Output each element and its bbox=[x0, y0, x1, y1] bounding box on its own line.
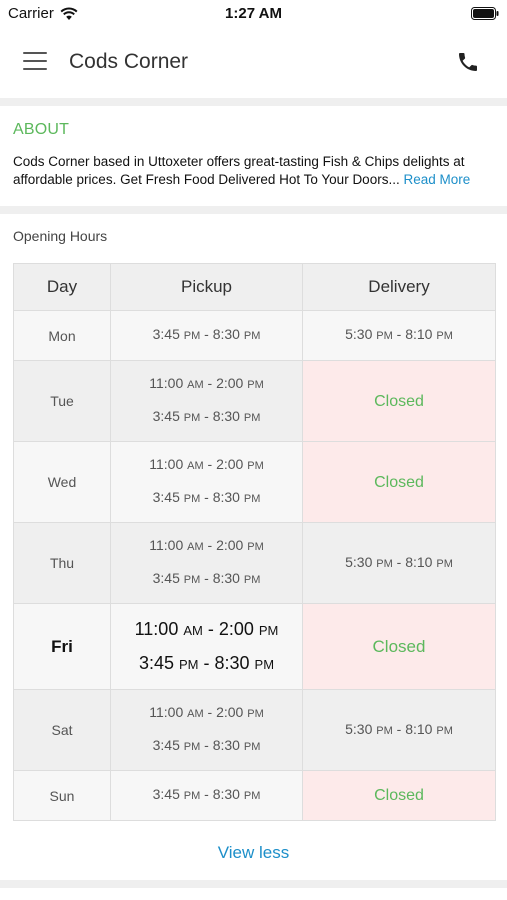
delivery-cell: Closed bbox=[302, 441, 496, 523]
pickup-cell: 3:45 PM - 8:30 PM bbox=[110, 770, 303, 821]
opening-hours-title: Opening Hours bbox=[13, 228, 108, 244]
pickup-time-slot: 3:45 PM - 8:30 PM bbox=[152, 786, 261, 802]
delivery-time-slot: 5:30 PM - 8:10 PM bbox=[345, 720, 453, 737]
table-row: Wed 11:00 AM - 2:00 PM 3:45 PM - 8:30 PM Cl… bbox=[13, 441, 496, 523]
pickup-time-slot: 11:00 AM - 2:00 PM bbox=[134, 618, 279, 639]
pickup-time-slot: 3:45 PM - 8:30 PM bbox=[152, 408, 261, 424]
read-more-link[interactable]: Read More bbox=[403, 172, 470, 187]
column-header-pickup: Pickup bbox=[110, 263, 303, 311]
delivery-time-slot: 5:30 PM - 8:10 PM bbox=[345, 553, 453, 570]
table-header-row: Day Pickup Delivery bbox=[13, 263, 496, 311]
delivery-time-slot: Closed bbox=[374, 787, 424, 804]
day-cell: Tue bbox=[13, 360, 111, 442]
pickup-time-slot: 3:45 PM - 8:30 PM bbox=[152, 737, 261, 753]
table-row: Thu 11:00 AM - 2:00 PM 3:45 PM - 8:30 PM 5:… bbox=[13, 522, 496, 604]
day-cell: Sun bbox=[13, 770, 111, 821]
delivery-cell: 5:30 PM - 8:10 PM bbox=[302, 310, 496, 361]
about-heading: ABOUT bbox=[13, 121, 70, 138]
column-header-day: Day bbox=[13, 263, 111, 311]
day-cell: Sat bbox=[13, 689, 111, 771]
pickup-time-slot: 11:00 AM - 2:00 PM bbox=[149, 375, 264, 391]
table-row: Fri 11:00 AM - 2:00 PM 3:45 PM - 8:30 PM Cl… bbox=[13, 603, 496, 690]
pickup-time-slot: 3:45 PM - 8:30 PM bbox=[152, 570, 261, 586]
table-row: Tue 11:00 AM - 2:00 PM 3:45 PM - 8:30 PM Cl… bbox=[13, 360, 496, 442]
section-divider bbox=[0, 880, 507, 888]
table-row: Mon 3:45 PM - 8:30 PM 5:30 PM - 8:10 PM bbox=[13, 310, 496, 361]
app-header: Cods Corner bbox=[0, 28, 507, 98]
delivery-time-slot: Closed bbox=[374, 473, 424, 491]
day-cell: Mon bbox=[13, 310, 111, 361]
delivery-cell: Closed bbox=[302, 770, 496, 821]
delivery-time-slot: Closed bbox=[374, 392, 424, 410]
delivery-cell: 5:30 PM - 8:10 PM bbox=[302, 689, 496, 771]
delivery-cell: Closed bbox=[302, 603, 496, 690]
column-header-delivery: Delivery bbox=[302, 263, 496, 311]
pickup-cell: 11:00 AM - 2:00 PM 3:45 PM - 8:30 PM bbox=[110, 522, 303, 604]
battery-icon bbox=[471, 7, 499, 20]
table-row: Sun 3:45 PM - 8:30 PM Closed bbox=[13, 770, 496, 821]
delivery-time-slot: 5:30 PM - 8:10 PM bbox=[345, 326, 453, 342]
pickup-time-slot: 11:00 AM - 2:00 PM bbox=[149, 456, 264, 472]
delivery-cell: Closed bbox=[302, 360, 496, 442]
section-divider bbox=[0, 206, 507, 214]
about-ellipsis: ... bbox=[388, 172, 400, 187]
day-cell: Fri bbox=[13, 603, 111, 690]
page-title: Cods Corner bbox=[69, 50, 189, 73]
opening-hours-table: Day Pickup Delivery Mon 3:45 PM - 8:30 PM… bbox=[13, 263, 496, 821]
day-cell: Wed bbox=[13, 441, 111, 523]
pickup-time-slot: 11:00 AM - 2:00 PM bbox=[149, 537, 264, 553]
table-row: Sat 11:00 AM - 2:00 PM 3:45 PM - 8:30 PM 5:… bbox=[13, 689, 496, 771]
pickup-time-slot: 3:45 PM - 8:30 PM bbox=[152, 326, 261, 342]
view-less-link[interactable]: View less bbox=[0, 843, 507, 863]
pickup-time-slot: 3:45 PM - 8:30 PM bbox=[138, 652, 275, 673]
phone-icon[interactable] bbox=[456, 50, 480, 74]
pickup-cell: 11:00 AM - 2:00 PM 3:45 PM - 8:30 PM bbox=[110, 441, 303, 523]
day-cell: Thu bbox=[13, 522, 111, 604]
status-bar: Carrier 1:27 AM bbox=[0, 0, 507, 28]
section-divider bbox=[0, 98, 507, 106]
pickup-cell: 3:45 PM - 8:30 PM bbox=[110, 310, 303, 361]
pickup-cell: 11:00 AM - 2:00 PM 3:45 PM - 8:30 PM bbox=[110, 689, 303, 771]
pickup-cell: 11:00 AM - 2:00 PM 3:45 PM - 8:30 PM bbox=[110, 603, 303, 690]
about-description: Cods Corner based in Uttoxeter offers gr… bbox=[13, 153, 499, 189]
pickup-time-slot: 11:00 AM - 2:00 PM bbox=[149, 704, 264, 720]
delivery-time-slot: Closed bbox=[372, 637, 426, 656]
pickup-time-slot: 3:45 PM - 8:30 PM bbox=[152, 489, 261, 505]
hamburger-menu-icon[interactable] bbox=[23, 51, 47, 71]
delivery-cell: 5:30 PM - 8:10 PM bbox=[302, 522, 496, 604]
pickup-cell: 11:00 AM - 2:00 PM 3:45 PM - 8:30 PM bbox=[110, 360, 303, 442]
status-time: 1:27 AM bbox=[225, 5, 282, 22]
